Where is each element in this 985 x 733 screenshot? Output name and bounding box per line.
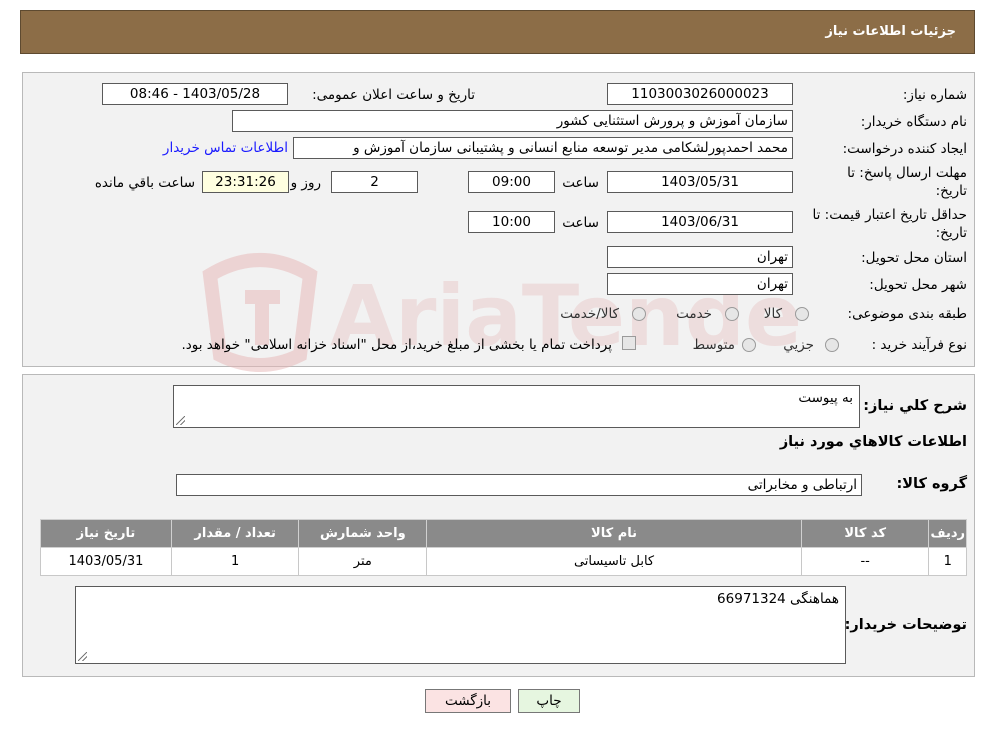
deadline-date-field: 1403/05/31 [607, 171, 793, 193]
group-field: ارتباطی و مخابراتی [176, 474, 862, 496]
buyer-notes-textarea[interactable]: هماهنگی 66971324 [75, 586, 846, 664]
deadline-time-label: ساعت [562, 175, 599, 191]
validity-label-2: تاریخ: [935, 225, 967, 241]
validity-label-1: حداقل تاریخ اعتبار قیمت: تا [812, 207, 967, 223]
purchase-option-medium: متوسط [692, 337, 735, 353]
resize-grip-icon[interactable] [176, 416, 185, 425]
cell-unit: متر [298, 547, 428, 576]
description-label: شرح کلي نياز: [863, 398, 967, 414]
category-option-service: خدمت [676, 306, 712, 322]
description-textarea[interactable]: به پیوست [173, 385, 860, 428]
deadline-label-2: تاریخ: [935, 183, 967, 199]
cell-qty: 1 [170, 547, 300, 576]
col-date: تاریخ نیاز [40, 519, 172, 548]
validity-time-label: ساعت [562, 215, 599, 231]
cell-name: کابل تاسیساتی [426, 547, 802, 576]
items-table: رديف کد کالا نام کالا واحد شمارش تعداد /… [40, 519, 967, 576]
category-option-goods-service: کالا/خدمت [560, 306, 619, 322]
city-label: شهر محل تحویل: [869, 277, 967, 293]
days-field: 2 [331, 171, 418, 193]
page-header: جزئیات اطلاعات نیاز [20, 10, 975, 54]
category-radio-goods-service[interactable] [632, 307, 646, 321]
remaining-time-field: 23:31:26 [202, 171, 289, 193]
cell-code: -- [800, 547, 930, 576]
resize-grip-icon[interactable] [78, 652, 87, 661]
buyer-org-field: سازمان آموزش و پرورش استثنایی کشور [232, 110, 793, 132]
page-title: جزئیات اطلاعات نیاز [825, 24, 956, 39]
cell-date: 1403/05/31 [40, 547, 172, 576]
purchase-radio-medium[interactable] [742, 338, 756, 352]
province-field: تهران [607, 246, 793, 268]
deadline-time-field: 09:00 [468, 171, 555, 193]
purchase-radio-minor[interactable] [825, 338, 839, 352]
announce-field: 1403/05/28 - 08:46 [102, 83, 288, 105]
buyer-contact-link[interactable]: اطلاعات تماس خریدار [163, 140, 288, 156]
need-number-label: شماره نیاز: [902, 87, 967, 103]
category-radio-goods[interactable] [795, 307, 809, 321]
col-name: نام کالا [426, 519, 802, 548]
requester-label: ایجاد کننده درخواست: [842, 141, 967, 157]
buyer-notes-text: هماهنگی 66971324 [717, 591, 839, 607]
back-button[interactable]: بازگشت [425, 689, 511, 713]
category-radio-service[interactable] [725, 307, 739, 321]
requester-field: محمد احمدپورلشکامی مدیر توسعه منابع انسا… [293, 137, 793, 159]
cell-row: 1 [928, 547, 967, 576]
province-label: استان محل تحویل: [861, 250, 967, 266]
group-label: گروه کالا: [896, 476, 967, 492]
days-label: روز و [290, 175, 321, 191]
buyer-notes-label: توضيحات خريدار: [844, 617, 967, 633]
treasury-checkbox[interactable] [622, 336, 636, 350]
purchase-note: پرداخت تمام یا بخشی از مبلغ خرید،از محل … [181, 337, 612, 353]
table-row: 1 -- کابل تاسیساتی متر 1 1403/05/31 [40, 547, 967, 576]
col-row: رديف [928, 519, 967, 548]
announce-label: تاریخ و ساعت اعلان عمومی: [312, 87, 475, 103]
col-qty: تعداد / مقدار [170, 519, 300, 548]
deadline-label-1: مهلت ارسال پاسخ: تا [847, 165, 967, 181]
items-section-title: اطلاعات کالاهاي مورد نياز [779, 434, 967, 450]
col-unit: واحد شمارش [298, 519, 428, 548]
description-text: به پیوست [798, 390, 853, 406]
category-option-goods: کالا [763, 306, 782, 322]
need-number-field: 1103003026000023 [607, 83, 793, 105]
purchase-type-label: نوع فرآیند خرید : [871, 337, 967, 353]
validity-time-field: 10:00 [468, 211, 555, 233]
category-label: طبقه بندی موضوعی: [847, 306, 967, 322]
col-code: کد کالا [800, 519, 930, 548]
remaining-label: ساعت باقي مانده [94, 175, 195, 191]
city-field: تهران [607, 273, 793, 295]
print-button[interactable]: چاپ [518, 689, 580, 713]
items-table-header: رديف کد کالا نام کالا واحد شمارش تعداد /… [40, 519, 967, 548]
buyer-org-label: نام دستگاه خریدار: [860, 114, 967, 130]
purchase-option-minor: جزیي [783, 337, 814, 353]
validity-date-field: 1403/06/31 [607, 211, 793, 233]
